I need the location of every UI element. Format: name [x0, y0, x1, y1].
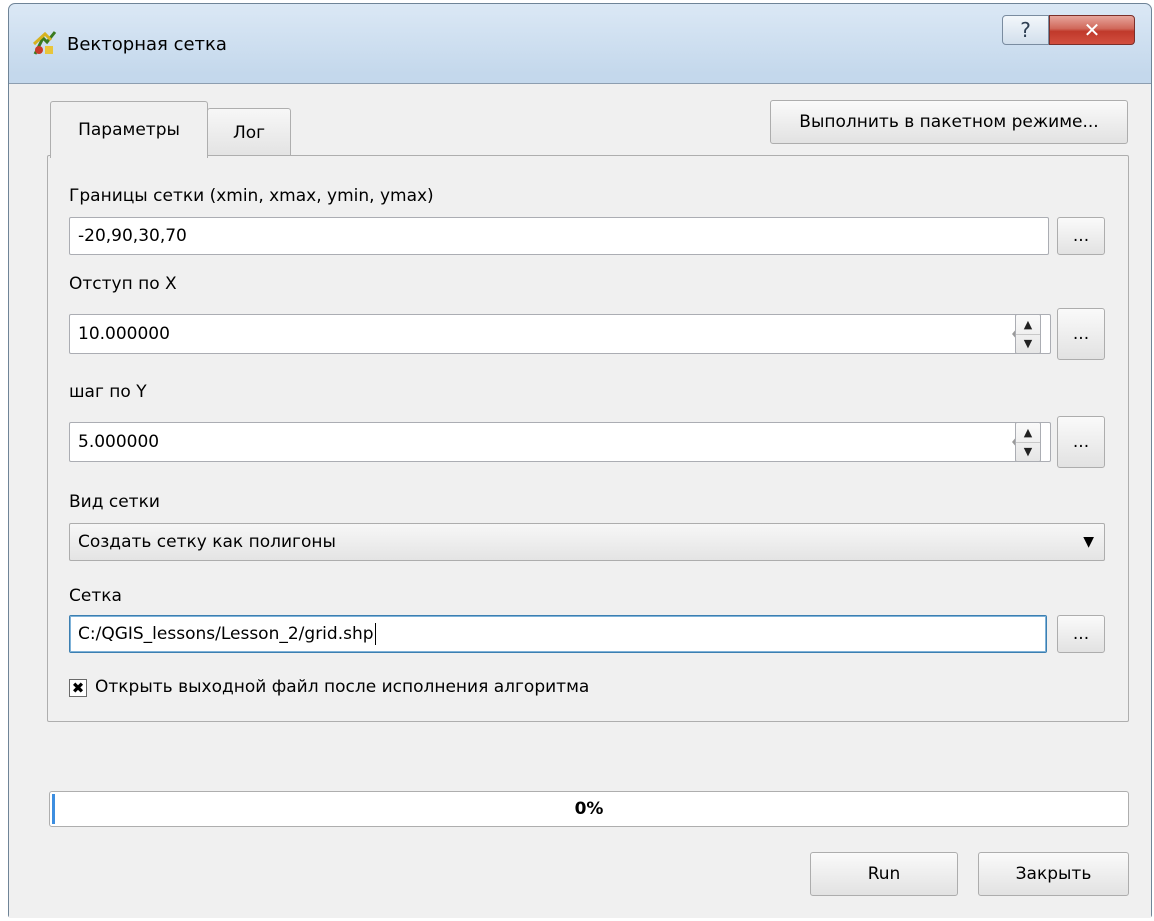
- spacing-x-spinbox[interactable]: ▲ ▼: [1015, 314, 1041, 354]
- close-button-label: Закрыть: [1015, 864, 1092, 884]
- spacing-y-spinbox[interactable]: ▲ ▼: [1015, 422, 1041, 462]
- arrow-up-icon[interactable]: ▲: [1016, 315, 1040, 335]
- extent-browse-button[interactable]: ...: [1057, 217, 1105, 255]
- arrow-up-icon[interactable]: ▲: [1016, 423, 1040, 443]
- spacing-x-label: Отступ по X: [69, 274, 177, 294]
- spacing-y-input[interactable]: 5.000000: [69, 422, 1051, 462]
- help-button[interactable]: ?: [1002, 15, 1049, 45]
- text-cursor: [374, 623, 376, 645]
- progress-bar: 0%: [49, 791, 1129, 827]
- open-output-checkbox[interactable]: ✖: [69, 679, 87, 697]
- spacing-x-value: 10.000000: [78, 324, 170, 344]
- output-path-input[interactable]: C:/QGIS_lessons/Lesson_2/grid.shp: [69, 615, 1047, 653]
- extent-browse-label: ...: [1072, 226, 1090, 246]
- output-path-value: C:/QGIS_lessons/Lesson_2/grid.shp: [78, 624, 374, 644]
- grid-type-select[interactable]: Создать сетку как полигоны ▼: [69, 523, 1105, 561]
- close-icon: ✕: [1083, 18, 1101, 42]
- run-batch-button[interactable]: Выполнить в пакетном режиме...: [770, 100, 1128, 144]
- spacing-y-label: шаг по Y: [69, 382, 147, 402]
- spacing-y-browse-button[interactable]: ...: [1057, 416, 1105, 468]
- window-close-button[interactable]: ✕: [1049, 15, 1135, 45]
- output-label: Сетка: [69, 586, 122, 606]
- tab-log-label: Лог: [232, 122, 266, 143]
- window-title: Векторная сетка: [67, 34, 227, 55]
- check-mark-icon: ✖: [71, 678, 85, 697]
- extent-label: Границы сетки (xmin, xmax, ymin, ymax): [69, 186, 434, 206]
- spacing-x-browse-label: ...: [1072, 324, 1090, 344]
- grid-type-value: Создать сетку как полигоны: [78, 532, 336, 552]
- qgis-grid-icon: [32, 31, 57, 55]
- extent-input[interactable]: -20,90,30,70: [69, 217, 1049, 255]
- run-batch-label: Выполнить в пакетном режиме...: [799, 112, 1099, 132]
- title-bar[interactable]: Векторная сетка ? ✕: [9, 4, 1151, 84]
- spacing-x-browse-button[interactable]: ...: [1057, 308, 1105, 360]
- spacing-y-value: 5.000000: [78, 432, 160, 452]
- close-button[interactable]: Закрыть: [978, 852, 1129, 896]
- tab-parameters[interactable]: Параметры: [50, 101, 208, 158]
- run-button-label: Run: [867, 864, 901, 884]
- spacing-x-input[interactable]: 10.000000: [69, 314, 1051, 354]
- extent-value: -20,90,30,70: [78, 226, 187, 246]
- output-browse-label: ...: [1072, 624, 1090, 644]
- tab-log[interactable]: Лог: [207, 108, 291, 156]
- help-icon: ?: [1020, 18, 1031, 42]
- dialog-body: Лог Параметры Выполнить в пакетном режим…: [9, 83, 1151, 918]
- spacing-y-browse-label: ...: [1072, 432, 1090, 452]
- output-browse-button[interactable]: ...: [1057, 615, 1105, 653]
- dialog-window: Векторная сетка ? ✕ Лог Параметры Выполн…: [8, 3, 1152, 918]
- run-button[interactable]: Run: [810, 852, 958, 896]
- arrow-down-icon[interactable]: ▼: [1016, 442, 1040, 461]
- open-output-label[interactable]: Открыть выходной файл после исполнения а…: [95, 677, 589, 697]
- tab-parameters-label: Параметры: [78, 120, 180, 140]
- chevron-down-icon[interactable]: ▼: [1083, 534, 1094, 550]
- grid-type-label: Вид сетки: [69, 492, 160, 512]
- arrow-down-icon[interactable]: ▼: [1016, 334, 1040, 353]
- progress-text: 0%: [574, 799, 604, 819]
